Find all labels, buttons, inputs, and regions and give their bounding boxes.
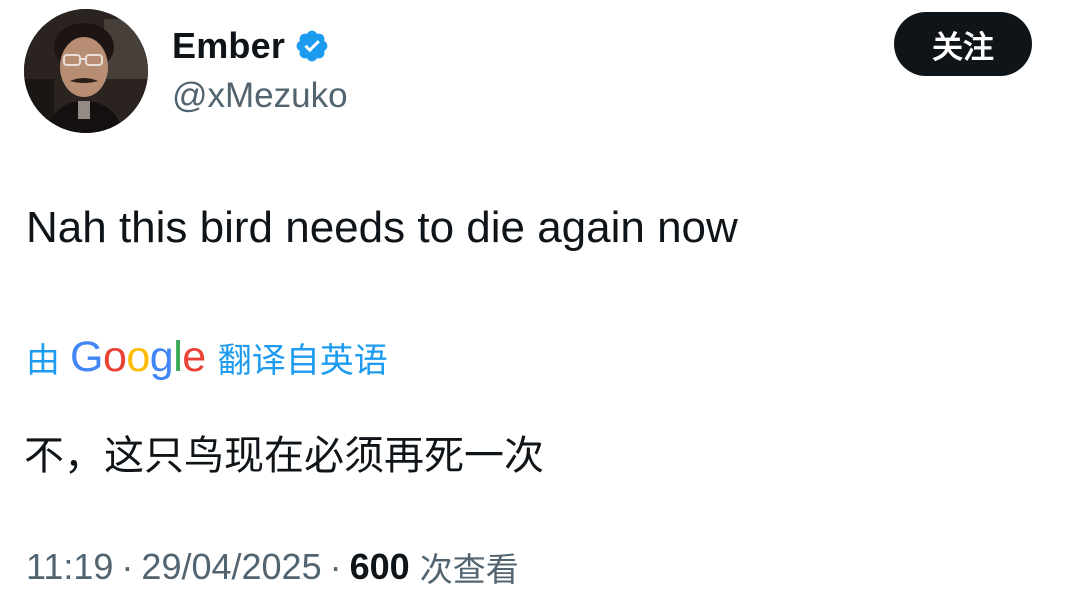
tweet-date[interactable]: 29/04/2025 [141,546,321,588]
meta-separator: · [121,546,134,587]
author-handle[interactable]: @xMezuko [172,76,348,116]
tweet-meta: 11:19 · 29/04/2025 · 600 次查看 [26,543,519,591]
display-name[interactable]: Ember [172,25,285,67]
user-avatar-icon [24,9,148,133]
translation-suffix: 翻译自英语 [217,340,388,381]
verified-badge-icon [294,28,330,64]
views-count: 600 [349,546,410,587]
translation-prefix: 由 [26,340,60,381]
tweet-text: Nah this bird needs to die again now [26,203,738,252]
avatar[interactable] [24,9,148,133]
translated-text: 不，这只鸟现在必须再死一次 [24,433,544,479]
follow-button[interactable]: 关注 [894,12,1032,76]
translation-attribution[interactable]: 由 Google 翻译自英语 [26,333,388,381]
google-logo: Google [70,332,206,381]
tweet-time[interactable]: 11:19 [26,546,113,588]
meta-separator: · [329,546,342,587]
views-label: 次查看 [419,550,519,589]
author-name-row: Ember [172,22,330,70]
tweet-card: Ember @xMezuko 关注 Nah this bird needs to… [0,0,1080,611]
